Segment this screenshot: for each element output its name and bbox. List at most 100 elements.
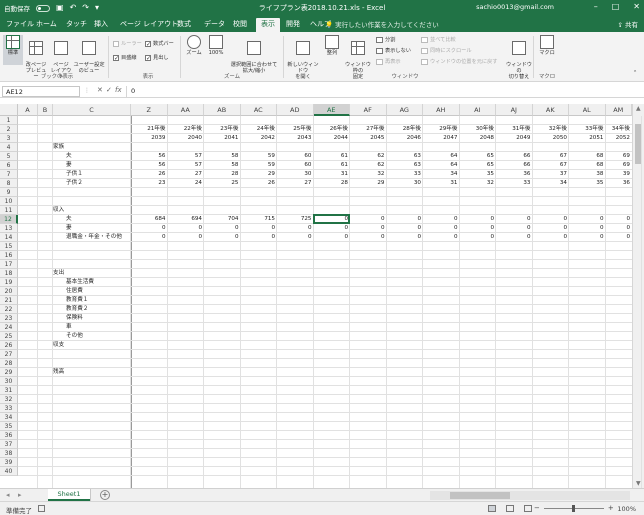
cell[interactable]: 0 xyxy=(423,224,460,233)
tab-home[interactable]: ホーム xyxy=(36,19,57,29)
cell[interactable]: 694 xyxy=(168,215,205,224)
tab-data[interactable]: データ xyxy=(204,19,225,29)
row-header[interactable]: 27 xyxy=(0,350,18,359)
synchronous-scrolling-button[interactable]: 同時にスクロール xyxy=(421,47,472,54)
cell[interactable]: 23年後 xyxy=(204,125,241,134)
cell[interactable]: 29 xyxy=(241,170,278,179)
headings-checkbox[interactable]: ✓ 見出し xyxy=(145,54,169,61)
row-header[interactable]: 32 xyxy=(0,395,18,404)
row-header[interactable]: 20 xyxy=(0,287,18,296)
cell[interactable]: 2048 xyxy=(460,134,497,143)
cell[interactable]: 64 xyxy=(423,161,460,170)
cell[interactable]: 0 xyxy=(496,224,533,233)
active-cell-outline[interactable] xyxy=(312,214,350,224)
cell[interactable]: 0 xyxy=(460,224,497,233)
cell[interactable]: 0 xyxy=(533,215,570,224)
row-header[interactable]: 9 xyxy=(0,188,18,197)
row-header[interactable]: 36 xyxy=(0,431,18,440)
column-header[interactable]: A xyxy=(18,104,38,116)
row-header[interactable]: 14 xyxy=(0,233,18,242)
column-header[interactable]: AC xyxy=(240,104,277,116)
cell[interactable]: 収支 xyxy=(53,341,131,350)
cell[interactable]: 59 xyxy=(241,152,278,161)
cell[interactable]: 68 xyxy=(569,152,606,161)
cell[interactable]: 59 xyxy=(241,161,278,170)
insert-function-icon[interactable]: fx xyxy=(115,86,122,94)
reset-window-position-button[interactable]: ウィンドウの位置を元に戻す xyxy=(421,58,497,65)
cell[interactable]: 2043 xyxy=(277,134,314,143)
cell[interactable]: 0 xyxy=(533,233,570,242)
cell[interactable]: 715 xyxy=(241,215,278,224)
cell[interactable]: 37 xyxy=(533,170,570,179)
tab-view[interactable]: 表示 xyxy=(256,18,280,32)
cell[interactable]: 0 xyxy=(387,233,424,242)
minimize-icon[interactable]: – xyxy=(594,2,598,11)
cell[interactable]: 24年後 xyxy=(241,125,278,134)
cell[interactable]: 0 xyxy=(350,215,387,224)
row-header[interactable]: 28 xyxy=(0,359,18,368)
close-icon[interactable]: ✕ xyxy=(633,2,640,11)
gridlines-checkbox[interactable]: ✓ 目盛線 xyxy=(113,54,137,61)
cell[interactable]: 2042 xyxy=(241,134,278,143)
row-header[interactable]: 29 xyxy=(0,368,18,377)
cell[interactable]: 36 xyxy=(606,179,633,188)
tell-me-search[interactable]: 💡 実行したい作業を入力してください xyxy=(325,19,439,29)
cell[interactable]: 21年後 xyxy=(131,125,168,134)
prev-sheet-icon[interactable]: ◂ xyxy=(6,491,10,499)
cell[interactable]: 31 xyxy=(314,170,351,179)
row-header[interactable]: 11 xyxy=(0,206,18,215)
cell[interactable]: 0 xyxy=(204,224,241,233)
vertical-scrollbar[interactable]: ▲ ▼ xyxy=(632,104,644,488)
cell[interactable]: 0 xyxy=(606,215,633,224)
cell[interactable]: 24 xyxy=(168,179,205,188)
cell[interactable]: 0 xyxy=(350,233,387,242)
cell[interactable]: 64 xyxy=(423,152,460,161)
page-break-view-icon[interactable] xyxy=(524,505,532,512)
cell[interactable]: 33年後 xyxy=(569,125,606,134)
column-header[interactable]: AE xyxy=(313,104,350,116)
share-button[interactable]: ⇪ 共有 xyxy=(617,19,638,29)
enter-icon[interactable]: ✓ xyxy=(106,86,112,94)
cell[interactable]: 26年後 xyxy=(314,125,351,134)
cell[interactable]: 収入 xyxy=(53,206,131,215)
cell[interactable]: 2046 xyxy=(387,134,424,143)
cell[interactable]: 退職金・年金・その他 xyxy=(66,233,131,242)
row-header[interactable]: 19 xyxy=(0,278,18,287)
row-header[interactable]: 23 xyxy=(0,314,18,323)
cell[interactable]: 0 xyxy=(168,233,205,242)
cell[interactable]: 子供１ xyxy=(66,170,131,179)
cell[interactable]: 保険料 xyxy=(66,314,131,323)
column-header[interactable]: AH xyxy=(423,104,460,116)
cell[interactable]: 58 xyxy=(204,161,241,170)
cell[interactable]: 27年後 xyxy=(350,125,387,134)
cell[interactable]: 2049 xyxy=(496,134,533,143)
row-header[interactable]: 2 xyxy=(0,125,18,134)
page-layout-view-button[interactable]: ページ レイアウト xyxy=(50,35,72,80)
cell[interactable]: 65 xyxy=(460,152,497,161)
new-window-button[interactable]: 新しいウィンドウ を開く xyxy=(285,35,321,80)
cell[interactable]: 0 xyxy=(569,224,606,233)
column-header[interactable]: AM xyxy=(605,104,632,116)
cell[interactable]: 2052 xyxy=(606,134,633,143)
cell[interactable]: 0 xyxy=(423,233,460,242)
cell[interactable]: 29 xyxy=(350,179,387,188)
hide-window-button[interactable]: 表示しない xyxy=(376,47,411,54)
cell[interactable]: 0 xyxy=(496,233,533,242)
column-header[interactable]: B xyxy=(38,104,53,116)
cell[interactable]: 0 xyxy=(168,224,205,233)
tab-touch[interactable]: タッチ xyxy=(66,19,87,29)
row-header[interactable]: 3 xyxy=(0,134,18,143)
tab-review[interactable]: 校閲 xyxy=(233,19,247,29)
cell[interactable]: 基本生活費 xyxy=(66,278,131,287)
zoom-in-icon[interactable]: + xyxy=(608,504,614,512)
cell[interactable]: 23 xyxy=(131,179,168,188)
formula-input[interactable]: 0 xyxy=(126,86,638,97)
page-break-preview-button[interactable]: 改ページ プレビュー xyxy=(24,35,48,80)
custom-views-button[interactable]: ユーザー設定 のビュー xyxy=(73,35,105,74)
cell[interactable]: 26 xyxy=(131,170,168,179)
row-header[interactable]: 39 xyxy=(0,458,18,467)
cell[interactable]: 69 xyxy=(606,152,633,161)
zoom-level[interactable]: 100% xyxy=(617,505,636,513)
cell[interactable]: 夫 xyxy=(66,215,131,224)
row-header[interactable]: 22 xyxy=(0,305,18,314)
